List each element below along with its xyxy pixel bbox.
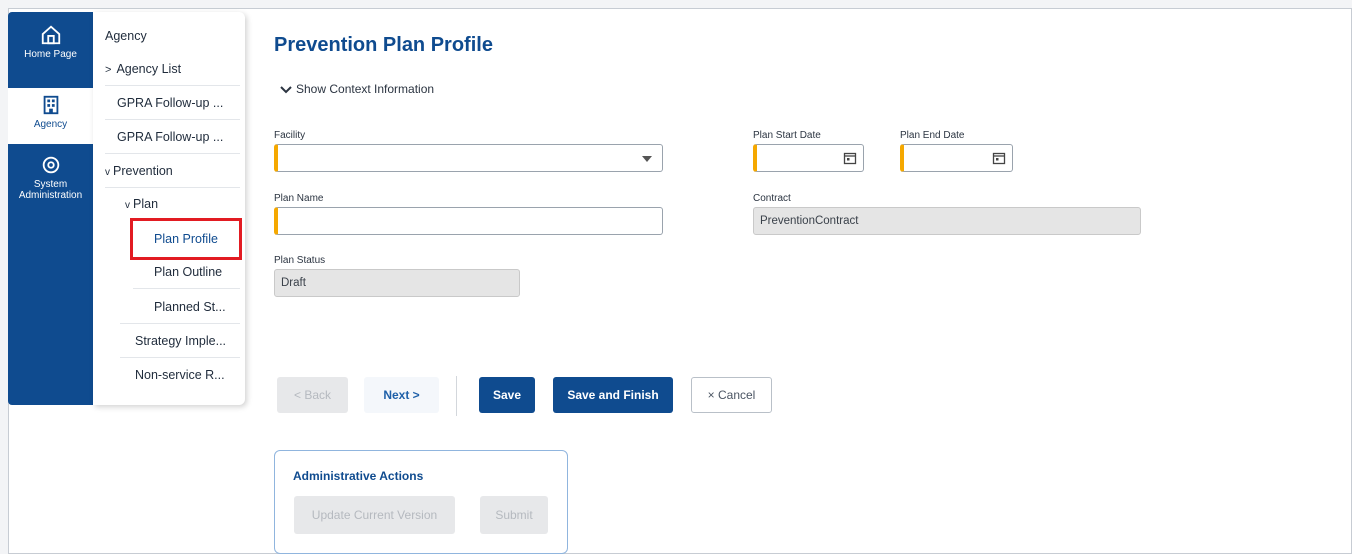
- facility-select[interactable]: [274, 144, 663, 172]
- chevron-down-icon: [280, 86, 292, 94]
- chevron-down-icon: v: [105, 167, 110, 178]
- context-toggle-label: Show Context Information: [296, 82, 435, 96]
- next-button[interactable]: Next >: [364, 377, 439, 413]
- plan-end-date-label: Plan End Date: [900, 130, 965, 141]
- plan-status-value: Draft: [281, 277, 306, 289]
- chevron-down-icon: v: [125, 200, 130, 211]
- nav-divider: [120, 357, 240, 358]
- calendar-icon[interactable]: [992, 151, 1006, 165]
- context-toggle[interactable]: Show Context Information: [280, 82, 434, 96]
- nav-header-agency: Agency: [105, 29, 147, 43]
- nav-divider: [105, 119, 240, 120]
- contract-value: PreventionContract: [760, 215, 859, 227]
- save-and-finish-button[interactable]: Save and Finish: [553, 377, 673, 413]
- nav-planned-strategies[interactable]: Planned St...: [154, 300, 226, 314]
- chevron-right-icon: >: [105, 64, 112, 76]
- highlight-box: [130, 218, 242, 260]
- plan-name-input[interactable]: [274, 207, 663, 235]
- nav-prevention-label: Prevention: [113, 164, 173, 178]
- save-button[interactable]: Save: [479, 377, 535, 413]
- home-icon: [41, 25, 60, 45]
- nav-plan-outline[interactable]: Plan Outline: [154, 265, 222, 279]
- nav-divider: [120, 323, 240, 324]
- button-divider: [456, 376, 457, 416]
- submit-button[interactable]: Submit: [480, 496, 548, 534]
- nav-agency-list[interactable]: > Agency List: [105, 62, 181, 76]
- facility-label: Facility: [274, 130, 306, 141]
- rail-system-admin-label: System Administration: [18, 179, 83, 201]
- page-title: Prevention Plan Profile: [274, 34, 493, 56]
- plan-start-date-input[interactable]: [753, 144, 864, 172]
- icon-rail: Home Page Agency System Administration: [8, 12, 93, 405]
- rail-home-page[interactable]: Home Page: [8, 22, 93, 74]
- nav-divider: [105, 85, 240, 86]
- nav-agency-list-label: Agency List: [116, 62, 182, 76]
- cancel-button[interactable]: × Cancel: [691, 377, 772, 413]
- plan-end-date-input[interactable]: [900, 144, 1013, 172]
- plan-start-date-label: Plan Start Date: [753, 130, 821, 141]
- nav-plan-label: Plan: [133, 197, 159, 211]
- caret-down-icon: [642, 156, 652, 162]
- plan-name-label: Plan Name: [274, 193, 324, 204]
- nav-nonservice[interactable]: Non-service R...: [135, 368, 225, 382]
- plan-status-field: Draft: [274, 269, 520, 297]
- nav-plan[interactable]: v Plan: [125, 197, 158, 211]
- nav-divider: [105, 153, 240, 154]
- nav-gpra-followup-1[interactable]: GPRA Follow-up ...: [117, 96, 223, 110]
- administrative-actions-panel: Administrative Actions Update Current Ve…: [274, 450, 568, 554]
- contract-label: Contract: [753, 193, 791, 204]
- nav-gpra-followup-2[interactable]: GPRA Follow-up ...: [117, 130, 223, 144]
- nav-strategy-implementation[interactable]: Strategy Imple...: [135, 334, 226, 348]
- update-current-version-button[interactable]: Update Current Version: [294, 496, 455, 534]
- settings-icon: [42, 156, 59, 174]
- administrative-actions-title: Administrative Actions: [293, 469, 424, 483]
- nav-divider: [105, 187, 240, 188]
- nav-divider: [133, 288, 240, 289]
- nav-prevention[interactable]: v Prevention: [105, 164, 173, 178]
- rail-agency[interactable]: Agency: [8, 88, 93, 144]
- contract-field: PreventionContract: [753, 207, 1141, 235]
- back-button[interactable]: < Back: [277, 377, 348, 413]
- rail-system-administration[interactable]: System Administration: [8, 154, 93, 208]
- calendar-icon[interactable]: [843, 151, 857, 165]
- building-icon: [43, 95, 58, 115]
- rail-home-label: Home Page: [24, 49, 77, 60]
- rail-agency-label: Agency: [33, 119, 68, 130]
- plan-status-label: Plan Status: [274, 255, 326, 266]
